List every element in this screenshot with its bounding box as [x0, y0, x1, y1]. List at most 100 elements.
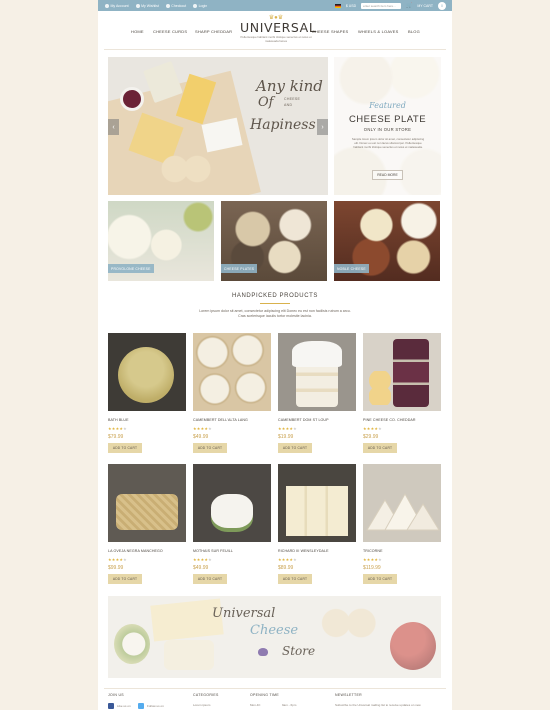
footer-category-item[interactable]: Lorem ipsum: [193, 703, 210, 707]
nav-wheels-loaves[interactable]: WHEELS & LOAVES: [358, 29, 399, 34]
logo-tagline: Pellentesque habitant morbi tristique se…: [240, 35, 312, 43]
rating-stars-icon: ★★★★★: [278, 557, 297, 562]
logo[interactable]: ♛●♛ UNIVERSAL Pellentesque habitant morb…: [240, 15, 316, 43]
rating-stars-icon: ★★★★★: [108, 557, 127, 562]
only-in-store-label: ONLY IN OUR STORE: [363, 127, 412, 132]
cheese-plate-banner[interactable]: Featured CHEESE PLATE ONLY IN OUR STORE …: [334, 57, 441, 195]
product-name[interactable]: LA OVEJA NEGRA MANCHEGO: [108, 549, 163, 553]
product-price: $79.99: [108, 434, 124, 440]
paper-wrap: [292, 341, 342, 367]
product-price: $29.99: [363, 434, 379, 440]
nav-sharp-cheddar[interactable]: SHARP CHEDDAR: [195, 29, 232, 34]
category-label-provolone: PROVOLONE CHEESE: [108, 264, 154, 273]
nav-divider: [104, 49, 446, 50]
product-image[interactable]: [363, 464, 441, 542]
search-input[interactable]: enter search item here...: [361, 2, 402, 9]
lock-icon: [193, 3, 198, 8]
currency-select[interactable]: $ USD: [346, 4, 356, 8]
footer-opening-time: OPENING TIME: [250, 693, 280, 697]
camembert-rounds: [193, 333, 271, 411]
bath-blue-wheel: [118, 347, 174, 403]
facebook-icon[interactable]: [108, 703, 114, 709]
twitter-label[interactable]: Follow us on: [147, 704, 164, 708]
add-to-cart-button[interactable]: ADD TO CART: [108, 443, 142, 453]
hero-line-hapiness: Hapiness: [250, 117, 316, 133]
category-tile-noble[interactable]: NOBLE CHEESE: [334, 201, 440, 281]
product-image[interactable]: [193, 464, 271, 542]
featured-label: Featured: [369, 101, 406, 110]
login-label: Login: [198, 3, 208, 8]
hero-small-and: AND: [284, 103, 293, 107]
footer-divider: [104, 688, 446, 689]
add-to-cart-button[interactable]: ADD TO CART: [278, 574, 312, 584]
cheddar-jars: [393, 339, 429, 407]
hero-slider[interactable]: Any kind CHEESE AND Of Hapiness ‹ ›: [108, 57, 328, 195]
checkout-link[interactable]: Checkout: [165, 3, 187, 8]
mothais-cheese: [211, 494, 253, 528]
product-price: $49.99: [193, 434, 209, 440]
title-underline: [260, 303, 290, 304]
product-name[interactable]: BATH BLUE: [108, 418, 129, 422]
product-name[interactable]: TRICORNE: [363, 549, 383, 553]
handpicked-description: Lorem ipsum dolor sit amet, consectetur …: [199, 309, 351, 318]
product-image[interactable]: [108, 333, 186, 411]
cart-count-badge[interactable]: 0: [438, 1, 446, 10]
cart-label[interactable]: MY CART: [417, 4, 433, 8]
my-wishlist-label: My Wishlist: [141, 3, 159, 8]
banner-word-store: Store: [282, 644, 316, 658]
category-tile-cheese-plates[interactable]: CHEESE PLATES: [221, 201, 327, 281]
read-more-button[interactable]: READ MORE: [372, 170, 403, 180]
jam-bowl-image: [120, 87, 144, 111]
cheese-plate-description: Sample lorem ipsum dolor sit amet, conse…: [351, 137, 425, 149]
heart-icon: [135, 3, 140, 8]
add-to-cart-button[interactable]: ADD TO CART: [108, 574, 142, 584]
cheese-plate-title: CHEESE PLATE: [348, 114, 427, 125]
user-icon: [105, 3, 109, 8]
product-name[interactable]: PINE CHEESE CO. CHEDDAR: [363, 418, 416, 422]
hero-line-of: Of: [258, 95, 274, 110]
product-image[interactable]: [193, 333, 271, 411]
slider-next-button[interactable]: ›: [317, 119, 328, 135]
product-name[interactable]: CAMEMBERT DOM ST LOUP: [278, 418, 329, 422]
login-link[interactable]: Login: [193, 3, 208, 8]
my-wishlist-link[interactable]: My Wishlist: [135, 3, 159, 8]
product-image[interactable]: [278, 333, 356, 411]
language-flag-icon[interactable]: [334, 3, 341, 8]
product-name[interactable]: RICHARD III WENSLEYDALE: [278, 549, 329, 553]
manchego-wheel: [116, 494, 178, 530]
slider-prev-button[interactable]: ‹: [108, 119, 119, 135]
add-to-cart-button[interactable]: ADD TO CART: [363, 574, 397, 584]
add-to-cart-button[interactable]: ADD TO CART: [278, 443, 312, 453]
add-to-cart-button[interactable]: ADD TO CART: [193, 443, 227, 453]
nav-home[interactable]: HOME: [131, 29, 144, 34]
facebook-label[interactable]: Like us on: [117, 704, 131, 708]
my-account-link[interactable]: My Account: [105, 3, 129, 8]
product-name[interactable]: MOTHAIS SUR FEUILL: [193, 549, 233, 553]
footer-opening-day: Mon-Fri: [250, 703, 261, 707]
rating-stars-icon: ★★★★★: [363, 557, 382, 562]
rating-stars-icon: ★★★★★: [193, 557, 212, 562]
category-tile-provolone[interactable]: PROVOLONE CHEESE: [108, 201, 214, 281]
chevron-right-icon: ›: [321, 123, 324, 131]
nav-blog[interactable]: BLOG: [408, 29, 420, 34]
product-price: $119.99: [363, 565, 381, 571]
product-image[interactable]: [108, 464, 186, 542]
product-image[interactable]: [363, 333, 441, 411]
nav-cheese-curds[interactable]: CHEESE CURDS: [153, 29, 187, 34]
page: My Account My Wishlist Checkout Login $ …: [98, 0, 452, 710]
add-to-cart-button[interactable]: ADD TO CART: [363, 443, 397, 453]
universal-cheese-store-banner[interactable]: Universal Cheese Store: [108, 596, 441, 678]
wensleydale-block: [286, 486, 348, 536]
footer-join-us: JOIN US: [108, 693, 124, 697]
category-label-noble: NOBLE CHEESE: [334, 264, 369, 273]
add-to-cart-button[interactable]: ADD TO CART: [193, 574, 227, 584]
product-name[interactable]: CAMEMBERT DELL'ALTA LANG: [193, 418, 248, 422]
product-image[interactable]: [278, 464, 356, 542]
banner-word-cheese: Cheese: [250, 623, 299, 638]
crackers-image: [158, 152, 214, 186]
checkout-label: Checkout: [171, 3, 187, 8]
twitter-icon[interactable]: [138, 703, 144, 709]
cart-icon[interactable]: 🛒: [406, 3, 412, 9]
mouse-icon: [258, 648, 268, 656]
nav-cheese-shapes[interactable]: CHEESE SHAPES: [312, 29, 348, 34]
